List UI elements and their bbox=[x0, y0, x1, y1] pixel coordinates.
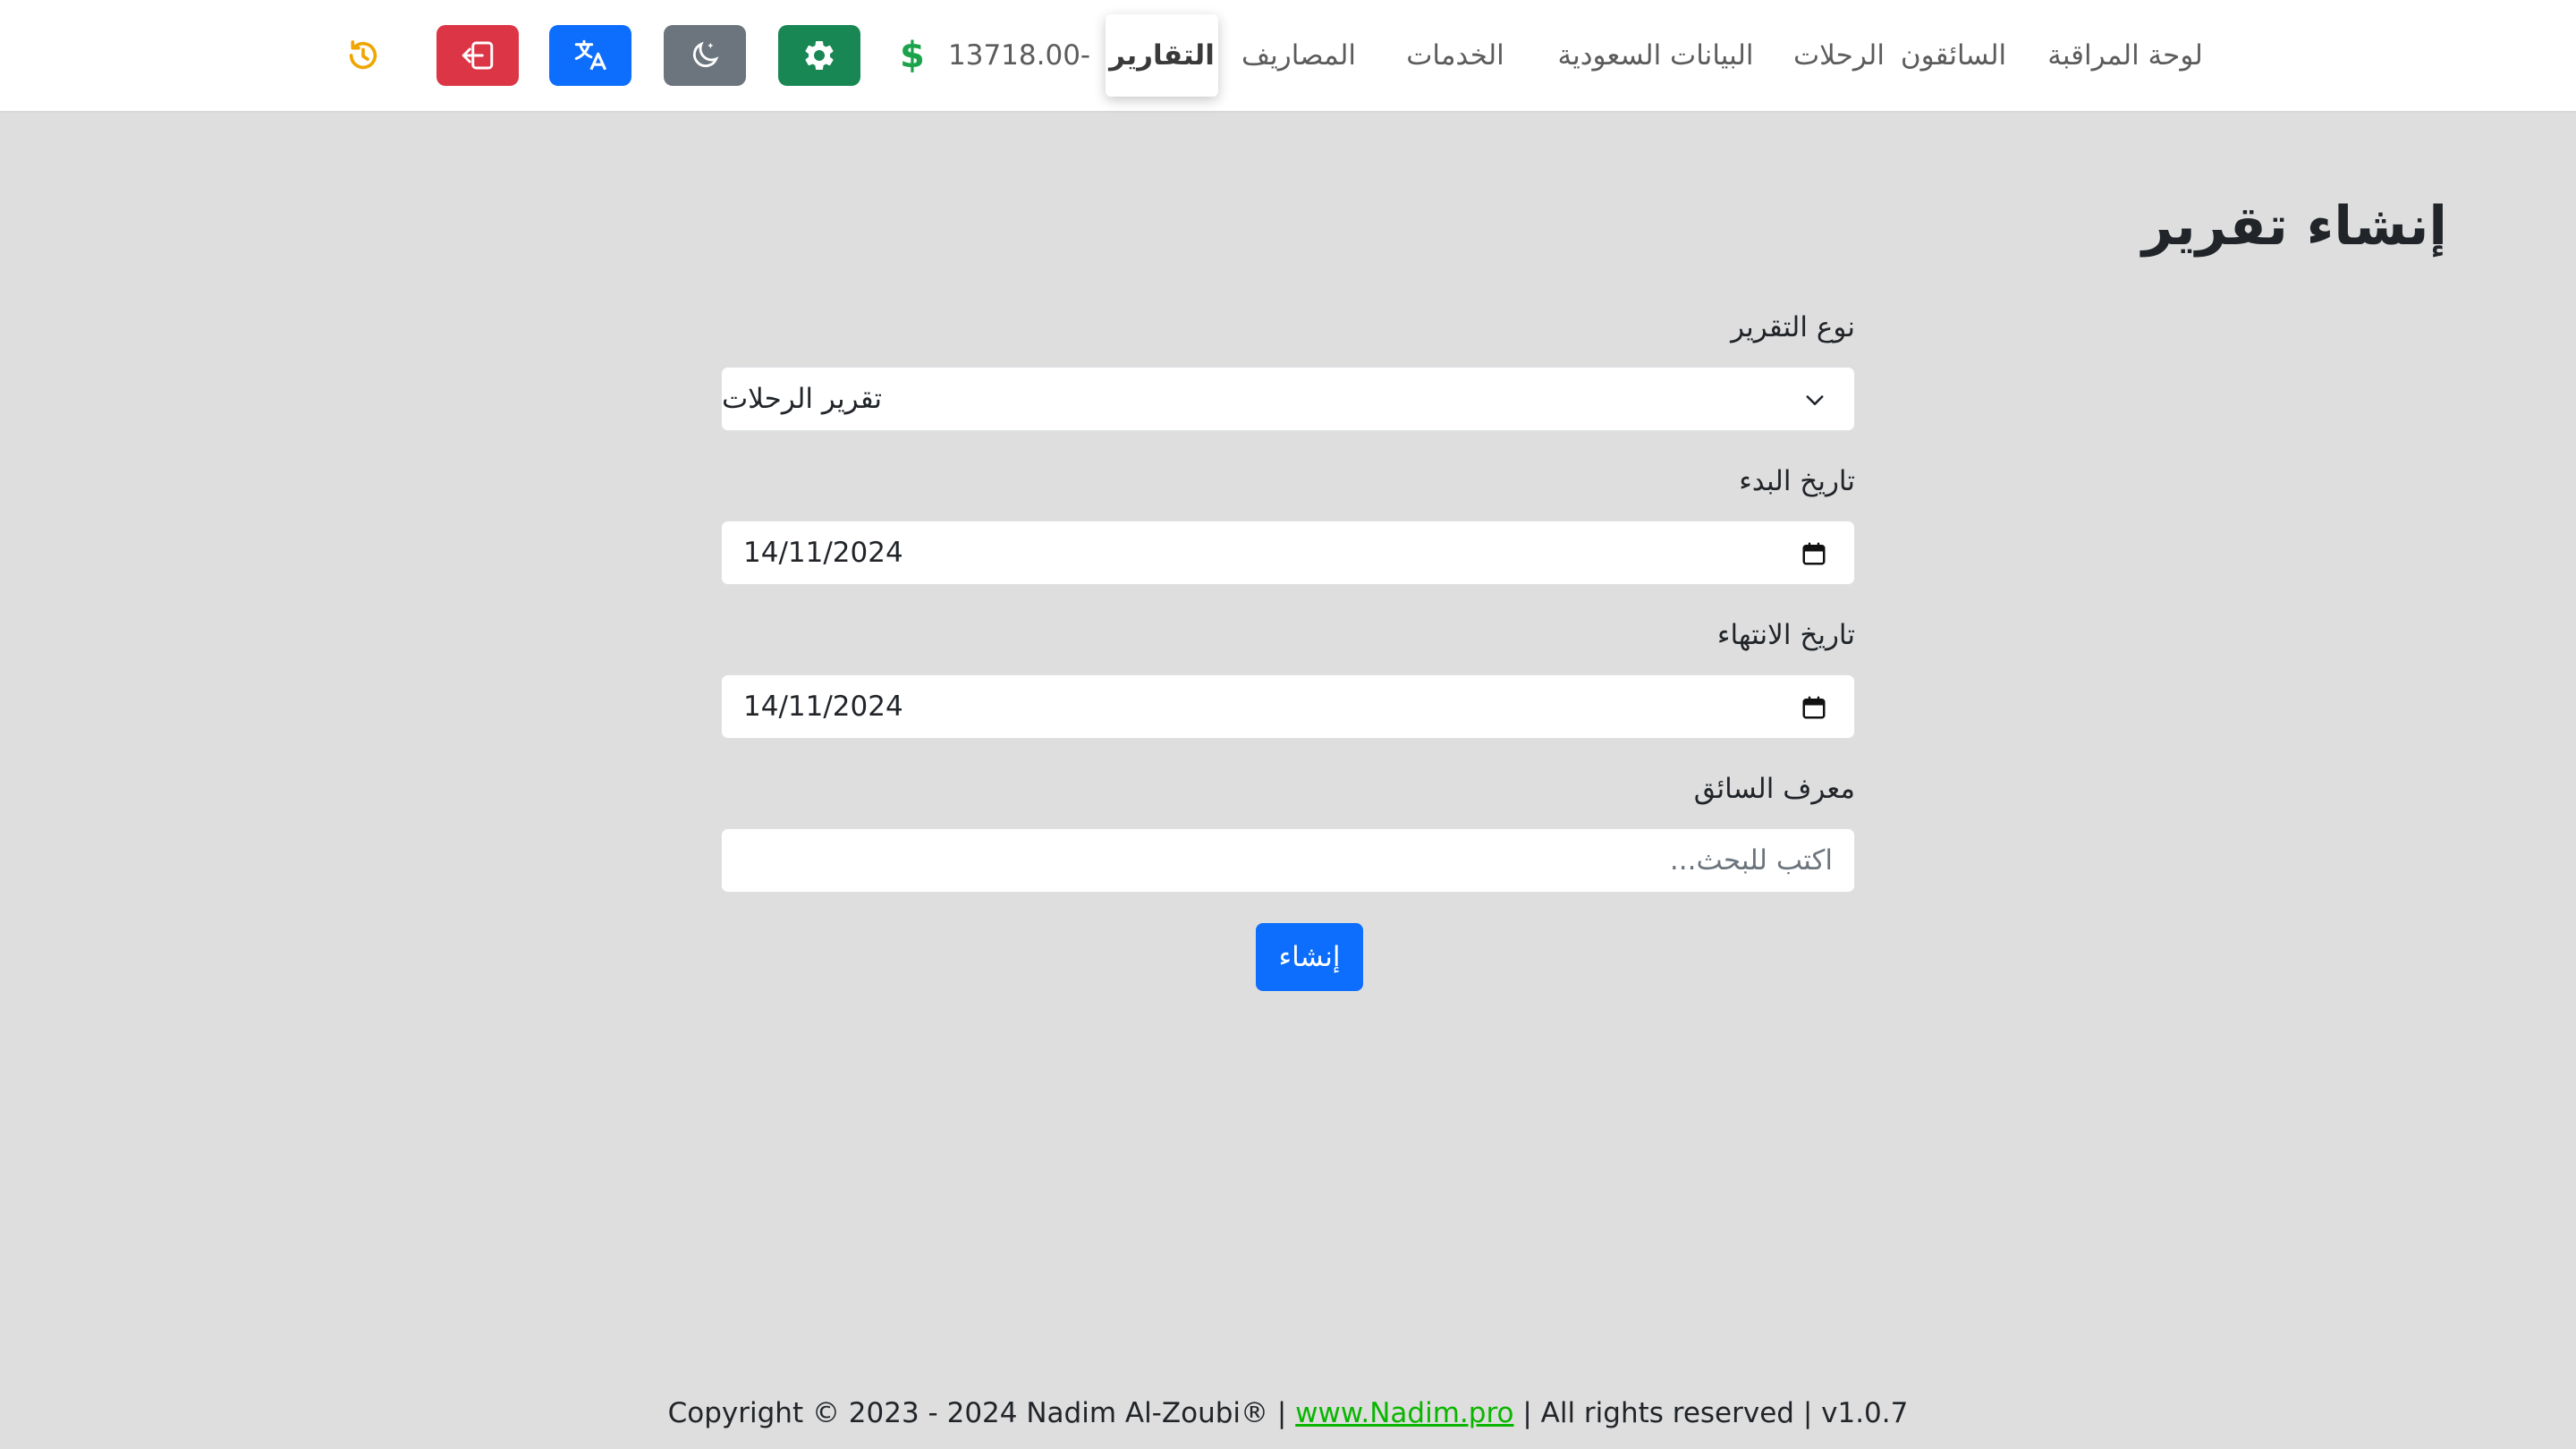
end-date-input[interactable]: 14/11/2024 bbox=[721, 674, 1855, 739]
language-button[interactable] bbox=[549, 25, 631, 86]
logout-icon bbox=[462, 41, 494, 70]
nav-link-reports[interactable]: التقارير bbox=[1106, 14, 1218, 97]
chevron-down-icon bbox=[1806, 395, 1824, 405]
dollar-icon: $ bbox=[900, 35, 925, 76]
driver-id-label: معرف السائق bbox=[1693, 773, 1855, 805]
nav-link-dashboard[interactable]: لوحة المراقبة bbox=[2045, 0, 2206, 111]
gear-icon bbox=[805, 40, 834, 70]
report-type-select[interactable]: تقرير الرحلات bbox=[721, 367, 1855, 431]
report-type-value: تقرير الرحلات bbox=[722, 383, 883, 415]
calendar-icon[interactable] bbox=[1801, 693, 1827, 722]
nav-link-expenses[interactable]: المصاريف bbox=[1218, 0, 1379, 111]
settings-button[interactable] bbox=[778, 25, 860, 86]
nav-link-trips[interactable]: الرحلات bbox=[1776, 0, 1902, 111]
page-title: إنشاء تقرير bbox=[2141, 195, 2447, 258]
end-date-label: تاريخ الانتهاء bbox=[1716, 619, 1855, 651]
end-date-value: 14/11/2024 bbox=[743, 691, 903, 723]
logout-button[interactable] bbox=[436, 25, 519, 86]
start-date-value: 14/11/2024 bbox=[743, 537, 903, 569]
nav-link-drivers[interactable]: السائقون bbox=[1891, 0, 2016, 111]
driver-id-search-input[interactable] bbox=[721, 828, 1855, 893]
nav-link-saudi-data[interactable]: البيانات السعودية bbox=[1544, 0, 1767, 111]
nav-link-services[interactable]: الخدمات bbox=[1388, 0, 1522, 111]
report-type-label: نوع التقرير bbox=[1731, 311, 1855, 343]
footer-copyright: Copyright © 2023 - 2024 Nadim Al-Zoubi® … bbox=[667, 1397, 1287, 1429]
balance-amount: 13718.00- bbox=[948, 39, 1091, 72]
start-date-input[interactable]: 14/11/2024 bbox=[721, 521, 1855, 585]
calendar-icon[interactable] bbox=[1801, 539, 1827, 568]
footer-rights: | All rights reserved | v1.0.7 bbox=[1522, 1397, 1909, 1429]
start-date-label: تاريخ البدء bbox=[1739, 465, 1855, 497]
top-navbar: لوحة المراقبة السائقون الرحلات البيانات … bbox=[0, 0, 2576, 111]
theme-toggle-button[interactable] bbox=[664, 25, 746, 86]
translate-icon bbox=[574, 39, 607, 71]
footer-website-link[interactable]: www.Nadim.pro bbox=[1295, 1397, 1513, 1429]
footer: Copyright © 2023 - 2024 Nadim Al-Zoubi® … bbox=[0, 1397, 2576, 1429]
moon-icon bbox=[692, 41, 719, 68]
history-icon[interactable] bbox=[343, 36, 383, 75]
create-report-button[interactable]: إنشاء bbox=[1256, 923, 1363, 991]
